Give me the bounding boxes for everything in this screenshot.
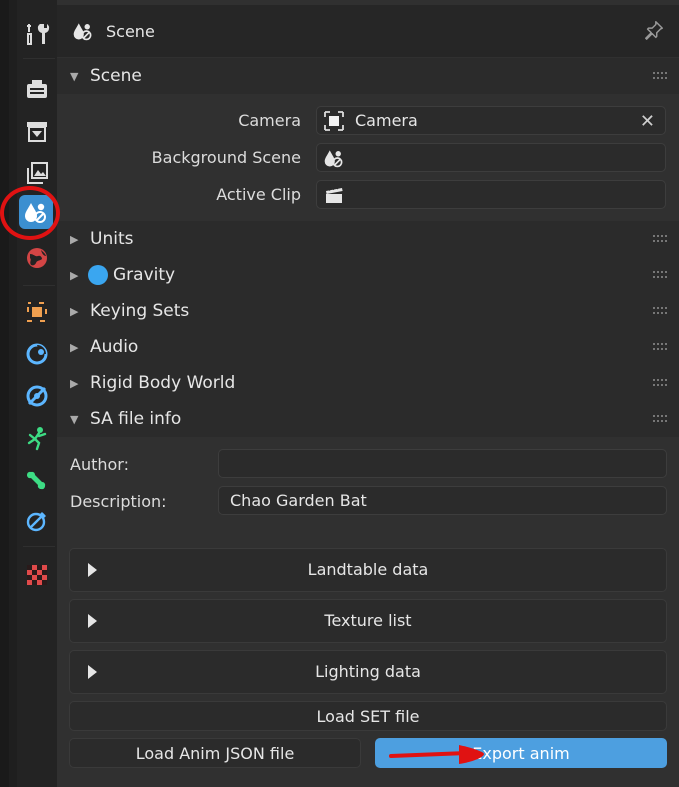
subpanel-lighting-data[interactable]: Lighting data: [69, 650, 667, 694]
tab-modifiers[interactable]: [17, 336, 57, 372]
collapsed-arrow-icon: ▶: [70, 304, 79, 318]
editor-border: [0, 0, 9, 787]
tab-bone-constraints[interactable]: [17, 503, 57, 539]
collapsed-arrow-icon: ▶: [70, 268, 79, 282]
subpanel-label: Landtable data: [307, 560, 429, 579]
physics-icon: [26, 385, 48, 407]
clear-icon[interactable]: ✕: [640, 111, 655, 132]
render-icon: [27, 80, 47, 98]
texture-checker-icon: [27, 565, 47, 585]
description-value: Chao Garden Bat: [230, 491, 367, 510]
section-label: Audio: [90, 337, 139, 357]
world-icon: [27, 248, 47, 268]
movie-clip-icon: [326, 185, 343, 203]
background-scene-field[interactable]: [316, 143, 666, 172]
background-scene-label: Background Scene: [151, 148, 301, 167]
collapsed-arrow-icon: ▶: [70, 376, 79, 390]
tab-physics[interactable]: [17, 378, 57, 414]
section-label: Scene: [90, 66, 142, 86]
gravity-checkbox[interactable]: [88, 265, 108, 285]
author-label: Author:: [70, 455, 129, 474]
subpanel-texture-list[interactable]: Texture list: [69, 599, 667, 643]
panel-title: Scene: [106, 21, 155, 41]
drag-grip-icon[interactable]: [653, 235, 667, 243]
section-units[interactable]: ▶ Units: [57, 221, 679, 257]
object-icon: [27, 302, 47, 322]
scene-icon: [324, 149, 343, 167]
section-rigid-body-world[interactable]: ▶ Rigid Body World: [57, 365, 679, 401]
description-label: Description:: [70, 492, 167, 511]
section-audio[interactable]: ▶ Audio: [57, 329, 679, 365]
drag-grip-icon[interactable]: [653, 415, 667, 423]
output-icon: [27, 122, 47, 142]
armature-pose-icon: [27, 427, 47, 451]
drag-grip-icon[interactable]: [653, 271, 667, 279]
camera-field[interactable]: Camera ✕: [316, 106, 666, 135]
expanded-arrow-icon: ▼: [70, 69, 79, 83]
tab-output[interactable]: [17, 114, 57, 150]
tab-tool[interactable]: [17, 16, 57, 52]
section-label: Gravity: [113, 265, 176, 285]
camera-value: Camera: [355, 111, 418, 130]
scene-icon: [73, 23, 92, 41]
drag-grip-icon[interactable]: [653, 307, 667, 315]
tab-view-layer[interactable]: [17, 155, 57, 191]
section-gravity[interactable]: ▶ Gravity: [57, 257, 679, 293]
collapsed-arrow-icon: ▶: [70, 340, 79, 354]
section-label: SA file info: [90, 409, 182, 429]
load-anim-json-button[interactable]: Load Anim JSON file: [69, 738, 361, 768]
section-label: Units: [90, 229, 134, 249]
sa-file-info-body: Author: Description: Chao Garden Bat Lan…: [57, 437, 679, 780]
load-set-file-button[interactable]: Load SET file: [69, 701, 667, 731]
section-keying-sets[interactable]: ▶ Keying Sets: [57, 293, 679, 329]
subpanel-label: Texture list: [324, 611, 412, 630]
tool-icon: [27, 24, 50, 45]
tab-object[interactable]: [17, 294, 57, 330]
annotation-arrow-icon: [389, 745, 484, 764]
active-clip-field[interactable]: [316, 180, 666, 209]
drag-grip-icon[interactable]: [653, 379, 667, 387]
section-scene[interactable]: ▼ Scene: [57, 58, 679, 94]
section-label: Keying Sets: [90, 301, 190, 321]
bone-icon: [26, 471, 46, 490]
camera-label: Camera: [238, 111, 301, 130]
bone-constraint-icon: [26, 512, 46, 532]
drag-grip-icon[interactable]: [653, 72, 667, 80]
view-layer-icon: [27, 162, 48, 184]
properties-tab-bar: [9, 0, 58, 787]
pin-icon[interactable]: [643, 19, 665, 41]
active-clip-label: Active Clip: [216, 185, 301, 204]
scene-icon: [25, 203, 46, 223]
tab-texture[interactable]: [17, 557, 57, 593]
properties-panel: Scene ▼ Scene Camera Camera ✕ Background…: [57, 0, 679, 787]
collapsed-arrow-icon: ▶: [70, 232, 79, 246]
description-field[interactable]: Chao Garden Bat: [218, 486, 667, 515]
expanded-arrow-icon: ▼: [70, 412, 79, 426]
subpanel-label: Lighting data: [315, 662, 421, 681]
wrench-modifier-icon: [26, 343, 48, 365]
camera-object-icon: [324, 110, 344, 131]
tab-bone[interactable]: [17, 462, 57, 498]
section-sa-file-info[interactable]: ▼ SA file info: [57, 401, 679, 437]
drag-grip-icon[interactable]: [653, 343, 667, 351]
subpanel-landtable-data[interactable]: Landtable data: [69, 548, 667, 592]
tab-object-data[interactable]: [17, 420, 57, 456]
tab-scene[interactable]: [19, 195, 53, 229]
tab-render[interactable]: [17, 71, 57, 107]
scene-section-body: Camera Camera ✕ Background Scene Active …: [57, 94, 679, 220]
section-label: Rigid Body World: [90, 373, 236, 393]
tab-world[interactable]: [17, 240, 57, 276]
panel-header: Scene: [57, 5, 679, 57]
author-field[interactable]: [218, 449, 667, 478]
